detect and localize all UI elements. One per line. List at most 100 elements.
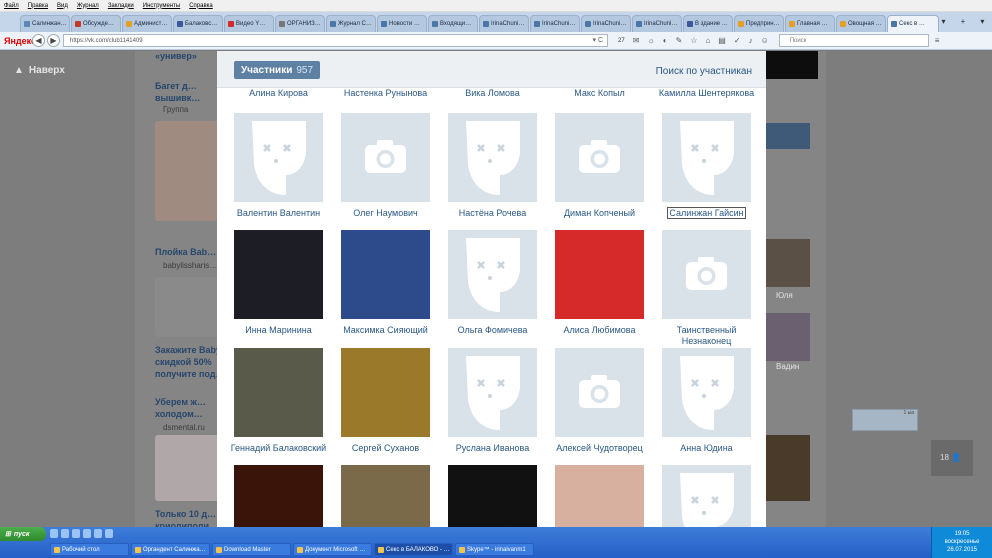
browser-tab[interactable]: Предприн… <box>734 15 784 32</box>
menu-item[interactable]: Справка <box>189 3 213 9</box>
quick-launch-icon[interactable] <box>61 529 69 538</box>
quick-launch-icon[interactable] <box>83 529 91 538</box>
friend-avatar[interactable] <box>766 313 810 361</box>
taskbar-button[interactable]: Секс в БАЛАКОВО - … <box>374 543 453 556</box>
toolbar-icon[interactable]: ♪ <box>749 36 753 45</box>
member-name[interactable]: Камилла Шентерякова <box>653 88 760 99</box>
member-name[interactable]: Ольга Фомичева <box>439 325 546 336</box>
tab-list-icon[interactable]: ▾ <box>980 17 984 26</box>
browser-tab[interactable]: Балаковс… <box>173 15 223 32</box>
chat-badge[interactable]: 18 👤 <box>931 440 973 476</box>
toolbar-icon[interactable]: ☆ <box>690 36 697 45</box>
toolbar-icon[interactable]: ☼ <box>647 36 654 45</box>
toolbar-icon[interactable]: ✉ <box>633 36 640 45</box>
member-name[interactable]: Алина Кирова <box>225 88 332 99</box>
ad-text[interactable]: получите под… <box>155 369 217 379</box>
new-tab-icon[interactable]: + <box>961 17 966 26</box>
menu-item[interactable]: Вид <box>57 3 68 9</box>
browser-tab[interactable]: IrinaChuni… <box>632 15 682 32</box>
ad-text[interactable]: Закажите Baby… <box>155 345 217 355</box>
member-photo[interactable] <box>234 465 323 527</box>
browser-tab[interactable]: В здание … <box>683 15 733 32</box>
member-name[interactable]: Алексей Чудотворец <box>546 443 653 454</box>
default-avatar-icon[interactable] <box>662 348 751 437</box>
ad-text[interactable]: скидкой 50% <box>155 357 212 367</box>
member-photo[interactable] <box>448 465 537 527</box>
member-name[interactable]: Вика Ломова <box>439 88 546 99</box>
friend-avatar[interactable] <box>766 239 810 287</box>
browser-tab[interactable]: Журнал С… <box>326 15 376 32</box>
taskbar-button[interactable]: Download Master <box>212 543 291 556</box>
member-name[interactable]: Олег Наумович <box>332 208 439 219</box>
ad-text[interactable]: вышивк… <box>155 93 200 103</box>
toolbar-icon[interactable]: ◐ <box>663 36 668 45</box>
member-photo[interactable] <box>555 230 644 319</box>
member-name[interactable]: Геннадий Балаковский <box>225 443 332 454</box>
menu-item[interactable]: Закладки <box>108 3 134 9</box>
member-photo[interactable] <box>341 230 430 319</box>
browser-tab[interactable]: ОРГАНИЗ… <box>275 15 325 32</box>
camera-avatar-icon[interactable] <box>555 348 644 437</box>
toolbar-icon[interactable]: ⌂ <box>705 36 710 45</box>
ad-text[interactable]: холодом… <box>155 409 203 419</box>
right-button[interactable] <box>766 123 810 149</box>
menu-item[interactable]: Файл <box>4 3 19 9</box>
taskbar-button[interactable]: Рабочий стол <box>50 543 129 556</box>
taskbar-button[interactable]: Skype™ - irinaivanm1 <box>455 543 534 556</box>
member-photo[interactable] <box>234 348 323 437</box>
weather-counter[interactable]: 27 <box>618 38 625 44</box>
member-name[interactable]: Диман Копченый <box>546 208 653 219</box>
forward-icon[interactable]: ▶ <box>47 34 60 47</box>
browser-tab[interactable]: Входящи… <box>428 15 478 32</box>
default-avatar-icon[interactable] <box>234 113 323 202</box>
quick-launch-icon[interactable] <box>50 529 58 538</box>
friend-name[interactable]: Юля <box>776 291 793 300</box>
member-name[interactable]: Макс Копыл <box>546 88 653 99</box>
member-name[interactable]: Настёна Рочева <box>439 208 546 219</box>
browser-tab[interactable]: IrinaChuni… <box>530 15 580 32</box>
ad-text[interactable]: Уберем ж… <box>155 397 206 407</box>
menu-item[interactable]: Правка <box>28 3 48 9</box>
quick-launch-icon[interactable] <box>72 529 80 538</box>
menu-item[interactable]: Инструменты <box>143 3 180 9</box>
member-name[interactable]: Таинственный Незнаконец <box>653 325 760 347</box>
member-photo[interactable] <box>341 465 430 527</box>
start-button[interactable]: ⊞ пуск <box>0 527 46 541</box>
search-input[interactable]: Поиск <box>778 34 929 47</box>
default-avatar-icon[interactable] <box>448 113 537 202</box>
toolbar-icon[interactable]: ✓ <box>734 36 741 45</box>
tab-list-icon[interactable]: ▾ <box>942 17 946 26</box>
member-name[interactable]: Валентин Валентин <box>225 208 332 219</box>
yandex-logo[interactable]: Яндекс <box>4 36 36 46</box>
member-photo[interactable] <box>234 230 323 319</box>
ad-text[interactable]: Только 10 д… <box>155 509 216 519</box>
quick-launch-icon[interactable] <box>94 529 102 538</box>
member-name[interactable]: Анна Юдина <box>653 443 760 454</box>
browser-tab[interactable]: Овощная … <box>836 15 886 32</box>
camera-avatar-icon[interactable] <box>341 113 430 202</box>
member-photo[interactable] <box>555 465 644 527</box>
member-photo[interactable] <box>341 348 430 437</box>
ad-text[interactable]: «универ» <box>155 51 197 61</box>
toolbar-icon[interactable]: ✎ <box>676 36 683 45</box>
ad-text[interactable]: Плойка Bab… <box>155 247 216 257</box>
ad-image[interactable] <box>155 121 217 221</box>
member-name[interactable]: Инна Маринина <box>225 325 332 336</box>
browser-tab[interactable]: Обсужде… <box>71 15 121 32</box>
member-name[interactable]: Руслана Иванова <box>439 443 546 454</box>
ad-text[interactable]: Багет д… <box>155 81 197 91</box>
members-tab[interactable]: Участники 957 <box>234 61 320 79</box>
ad-image[interactable] <box>155 277 217 337</box>
browser-tab[interactable]: IrinaChuni… <box>581 15 631 32</box>
camera-avatar-icon[interactable] <box>662 230 751 319</box>
browser-tab[interactable]: Салинжан… <box>20 15 70 32</box>
search-members-link[interactable]: Поиск по участникан <box>656 66 752 77</box>
default-avatar-icon[interactable] <box>448 348 537 437</box>
default-avatar-icon[interactable] <box>448 230 537 319</box>
browser-tab[interactable]: Админист… <box>122 15 172 32</box>
browser-tab[interactable]: IrinaChuni… <box>479 15 529 32</box>
reload-icon[interactable]: ▾ C <box>592 36 603 44</box>
default-avatar-icon[interactable] <box>662 113 751 202</box>
toolbar-icon[interactable]: ☺ <box>761 36 769 45</box>
member-name[interactable]: Алиса Любимова <box>546 325 653 336</box>
